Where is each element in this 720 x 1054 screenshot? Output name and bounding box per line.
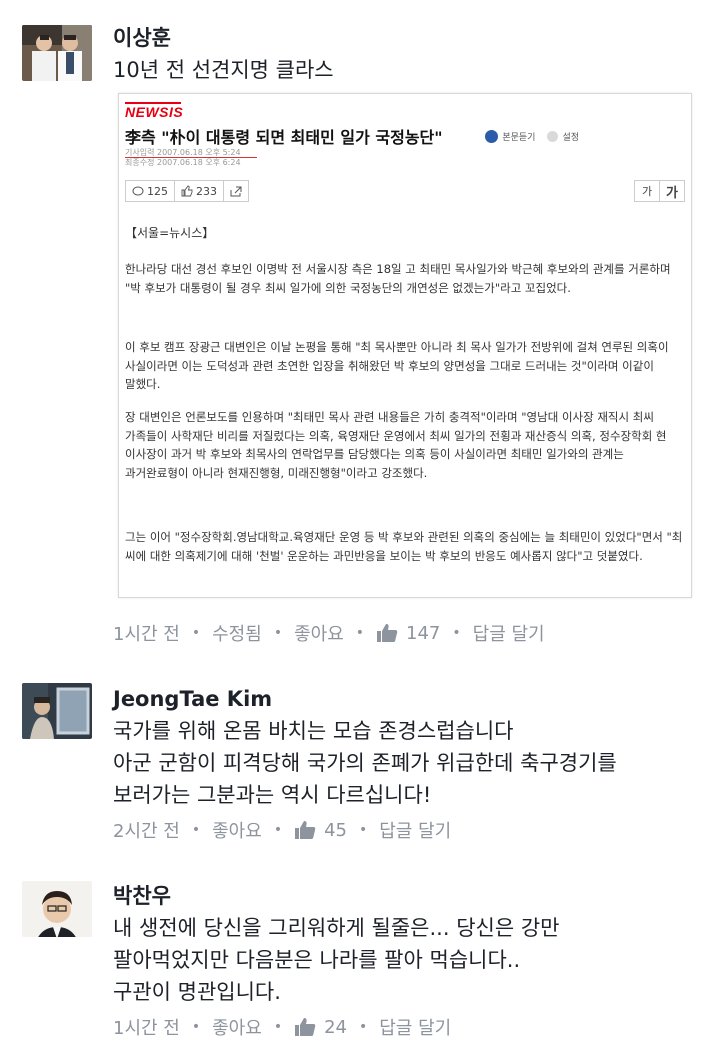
comment-author[interactable]: JeongTae Kim <box>113 686 700 712</box>
font-size-buttons: 가 가 <box>634 180 685 202</box>
separator-dot: • <box>191 625 201 641</box>
comment-text-line: 국가를 위해 온몸 바치는 모습 존경스럽습니다 <box>113 719 514 743</box>
separator-dot: • <box>191 822 201 838</box>
like-button: 233 <box>174 180 224 202</box>
article-toolbar: 125 233 <box>125 180 249 202</box>
comment-time[interactable]: 2시간 전 <box>113 817 180 843</box>
comment-body: 박찬우 내 생전에 당신을 그리워하게 될줄은... 당신은 강만 팔아먹었지만… <box>113 883 700 1008</box>
like-link[interactable]: 좋아요 <box>294 620 344 646</box>
thumb-up-icon <box>295 821 316 839</box>
thumb-up-icon <box>377 624 398 642</box>
settings-label: 설정 <box>562 133 579 143</box>
comment-time[interactable]: 1시간 전 <box>113 1014 180 1040</box>
thumb-up-icon <box>295 1018 316 1036</box>
reply-link[interactable]: 답글 달기 <box>379 1014 451 1040</box>
article-tools: 본문듣기 설정 <box>485 130 579 143</box>
comment-author[interactable]: 이상훈 <box>113 25 700 51</box>
newsis-logo: NEWSIS <box>125 104 184 120</box>
reply-link[interactable]: 답글 달기 <box>379 817 451 843</box>
separator-dot: • <box>358 822 368 838</box>
article-dateline: 【서울=뉴시스】 <box>125 226 215 240</box>
separator-dot: • <box>355 625 365 641</box>
news-article-image: NEWSIS 李측 "朴이 대통령 되면 최태민 일가 국정농단" 본문듣기 설… <box>118 93 692 598</box>
likes-count: 233 <box>196 184 217 198</box>
separator-dot: • <box>191 1019 201 1035</box>
like-count[interactable]: 147 <box>406 623 440 644</box>
listen-label: 본문듣기 <box>502 133 536 143</box>
comment-meta: 2시간 전 • 좋아요 • 45 • 답글 달기 <box>113 817 451 843</box>
like-link[interactable]: 좋아요 <box>212 1014 262 1040</box>
font-large-button: 가 <box>659 180 685 202</box>
like-count[interactable]: 24 <box>324 1017 347 1038</box>
comment-body: 이상훈 10년 전 선견지명 클라스 <box>113 25 700 86</box>
comment-text-line: 아군 군함이 피격당해 국가의 존폐가 위급한데 축구경기를 <box>113 751 617 775</box>
like-link[interactable]: 좋아요 <box>212 817 262 843</box>
speaker-icon <box>485 130 499 143</box>
comment-text-line: 내 생전에 당신을 그리워하게 될줄은... 당신은 강만 <box>113 916 560 940</box>
separator-dot: • <box>358 1019 368 1035</box>
red-underline <box>125 157 257 158</box>
date-edit: 최종수정 2007.06.18 오후 6:24 <box>125 158 241 167</box>
edited-label[interactable]: 수정됨 <box>212 620 262 646</box>
separator-dot: • <box>273 625 283 641</box>
settings-icon <box>547 131 559 142</box>
avatar[interactable] <box>22 683 92 739</box>
comment-text: 10년 전 선견지명 클라스 <box>113 58 334 82</box>
comment-meta: 1시간 전 • 좋아요 • 24 • 답글 달기 <box>113 1014 451 1040</box>
avatar[interactable] <box>22 25 92 81</box>
comment-meta: 1시간 전 • 수정됨 • 좋아요 • 147 • 답글 달기 <box>113 620 545 646</box>
article-paragraph: 이 후보 캠프 장광근 대변인은 이날 논평을 통해 "최 목사뿐만 아니라 최… <box>125 340 669 391</box>
comment-time[interactable]: 1시간 전 <box>113 620 180 646</box>
separator-dot: • <box>273 822 283 838</box>
comment-author[interactable]: 박찬우 <box>113 883 700 909</box>
font-small-button: 가 <box>634 180 660 202</box>
thumb-up-icon <box>181 185 193 197</box>
share-icon <box>230 186 242 196</box>
reply-link[interactable]: 답글 달기 <box>473 620 545 646</box>
separator-dot: • <box>452 625 461 641</box>
comment-text-line: 보러가는 그분과는 역시 다르십니다! <box>113 783 432 807</box>
article-dates: 기사입력 2007.06.18 오후 5:24 최종수정 2007.06.18 … <box>125 148 241 168</box>
comments-count: 125 <box>147 184 168 198</box>
like-count[interactable]: 45 <box>324 820 347 841</box>
article-paragraph: 그는 이어 "정수장학회.영남대학교.육영재단 운영 등 박 후보와 관련된 의… <box>125 530 683 563</box>
separator-dot: • <box>273 1019 283 1035</box>
article-paragraph: 한나라당 대선 경선 후보인 이명박 전 서울시장 측은 18일 고 최태민 목… <box>125 262 671 295</box>
comments-button: 125 <box>125 180 175 202</box>
comment-icon <box>132 186 144 195</box>
comment-text-line: 구관이 명관입니다. <box>113 980 281 1004</box>
comment-text-line: 팔아먹었지만 다음분은 나라를 팔아 먹습니다.. <box>113 948 521 972</box>
share-button <box>223 180 249 202</box>
article-headline: 李측 "朴이 대통령 되면 최태민 일가 국정농단" <box>125 128 443 147</box>
avatar[interactable] <box>22 881 92 937</box>
comment-body: JeongTae Kim 국가를 위해 온몸 바치는 모습 존경스럽습니다 아군… <box>113 686 700 811</box>
article-paragraph: 장 대변인은 언론보도를 인용하며 "최태민 목사 관련 내용들은 가히 충격적… <box>125 410 667 480</box>
